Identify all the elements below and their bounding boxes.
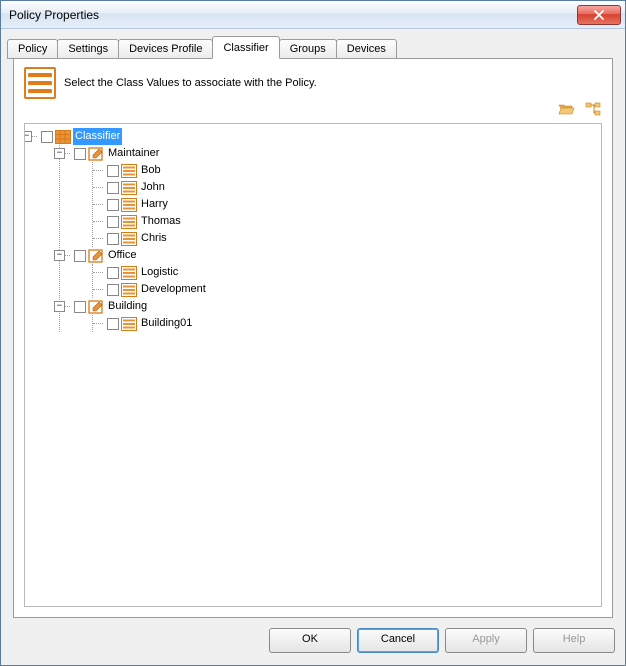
tree-root-node[interactable]: − Classifier	[41, 128, 599, 145]
tree-checkbox[interactable]	[107, 267, 119, 279]
tree-node-icon	[121, 283, 137, 297]
tree-item-node[interactable]: Building01	[107, 315, 599, 332]
cancel-button[interactable]: Cancel	[357, 628, 439, 653]
tree-checkbox[interactable]	[107, 216, 119, 228]
tab-content: Select the Class Values to associate wit…	[13, 58, 613, 618]
tree-node-label[interactable]: Building	[106, 298, 149, 315]
tree-item-node[interactable]: Logistic	[107, 264, 599, 281]
tree-checkbox[interactable]	[107, 165, 119, 177]
tree-checkbox[interactable]	[41, 131, 53, 143]
tree-item-node[interactable]: Bob	[107, 162, 599, 179]
tree-item-node[interactable]: Development	[107, 281, 599, 298]
tree-node-label[interactable]: Logistic	[139, 264, 180, 281]
tree-node-icon	[88, 147, 104, 161]
tree-item-node[interactable]: Harry	[107, 196, 599, 213]
tree-node-icon	[88, 300, 104, 314]
folder-open-icon	[558, 102, 576, 116]
tree-checkbox[interactable]	[74, 301, 86, 313]
tab-groups[interactable]: Groups	[279, 39, 337, 59]
tree-node-icon	[121, 215, 137, 229]
tree-checkbox[interactable]	[107, 199, 119, 211]
titlebar: Policy Properties	[1, 1, 625, 29]
tree-node-label[interactable]: Bob	[139, 162, 163, 179]
tree-expander[interactable]: −	[54, 301, 65, 312]
tab-settings[interactable]: Settings	[57, 39, 119, 59]
dialog-footer: OK Cancel Apply Help	[1, 618, 625, 665]
tree-node-icon	[121, 198, 137, 212]
tree-item-node[interactable]: Thomas	[107, 213, 599, 230]
tree-checkbox[interactable]	[74, 148, 86, 160]
tree-group-node[interactable]: − Office	[74, 247, 599, 264]
tree-node-label[interactable]: Maintainer	[106, 145, 161, 162]
panel-header: Select the Class Values to associate wit…	[14, 59, 612, 101]
tab-devices[interactable]: Devices	[336, 39, 397, 59]
tree-node-icon	[55, 130, 71, 144]
tree-node-icon	[121, 317, 137, 331]
tree-node-label[interactable]: Development	[139, 281, 208, 298]
classifier-tree-panel[interactable]: − Classifier − Maintainer Bob	[24, 123, 602, 607]
panel-toolbar	[558, 101, 612, 121]
tree-node-label[interactable]: Classifier	[73, 128, 122, 145]
tree-node-label[interactable]: Thomas	[139, 213, 183, 230]
tree-node-icon	[88, 249, 104, 263]
apply-button[interactable]: Apply	[445, 628, 527, 653]
tree-node-label[interactable]: Harry	[139, 196, 170, 213]
tab-devices-profile[interactable]: Devices Profile	[118, 39, 213, 59]
tree-checkbox[interactable]	[107, 284, 119, 296]
tree-options-button[interactable]	[584, 101, 602, 117]
tree-node-label[interactable]: Building01	[139, 315, 194, 332]
classifier-tree: − Classifier − Maintainer Bob	[27, 128, 599, 332]
window-title: Policy Properties	[9, 8, 577, 22]
tree-node-icon	[121, 266, 137, 280]
tabs-container: Policy Settings Devices Profile Classifi…	[1, 29, 625, 618]
tree-checkbox[interactable]	[74, 250, 86, 262]
tree-expander[interactable]: −	[54, 148, 65, 159]
tab-strip: Policy Settings Devices Profile Classifi…	[7, 36, 619, 59]
tree-node-label[interactable]: Office	[106, 247, 139, 264]
close-button[interactable]	[577, 5, 621, 25]
tree-structure-icon	[585, 102, 601, 116]
close-icon	[593, 10, 605, 20]
tree-node-icon	[121, 232, 137, 246]
tree-group-node[interactable]: − Maintainer	[74, 145, 599, 162]
classifier-icon	[24, 67, 56, 99]
tree-item-node[interactable]: Chris	[107, 230, 599, 247]
tab-classifier[interactable]: Classifier	[212, 36, 279, 59]
ok-button[interactable]: OK	[269, 628, 351, 653]
tree-node-icon	[121, 164, 137, 178]
tree-group-node[interactable]: − Building	[74, 298, 599, 315]
tree-node-icon	[121, 181, 137, 195]
dialog-window: Policy Properties Policy Settings Device…	[0, 0, 626, 666]
tree-expander[interactable]: −	[54, 250, 65, 261]
tree-checkbox[interactable]	[107, 233, 119, 245]
tab-policy[interactable]: Policy	[7, 39, 58, 59]
open-folder-button[interactable]	[558, 101, 576, 117]
help-button[interactable]: Help	[533, 628, 615, 653]
tree-node-label[interactable]: Chris	[139, 230, 169, 247]
panel-description: Select the Class Values to associate wit…	[64, 77, 602, 89]
tree-expander[interactable]: −	[24, 131, 32, 142]
tree-item-node[interactable]: John	[107, 179, 599, 196]
tree-checkbox[interactable]	[107, 318, 119, 330]
tree-node-label[interactable]: John	[139, 179, 167, 196]
tree-checkbox[interactable]	[107, 182, 119, 194]
